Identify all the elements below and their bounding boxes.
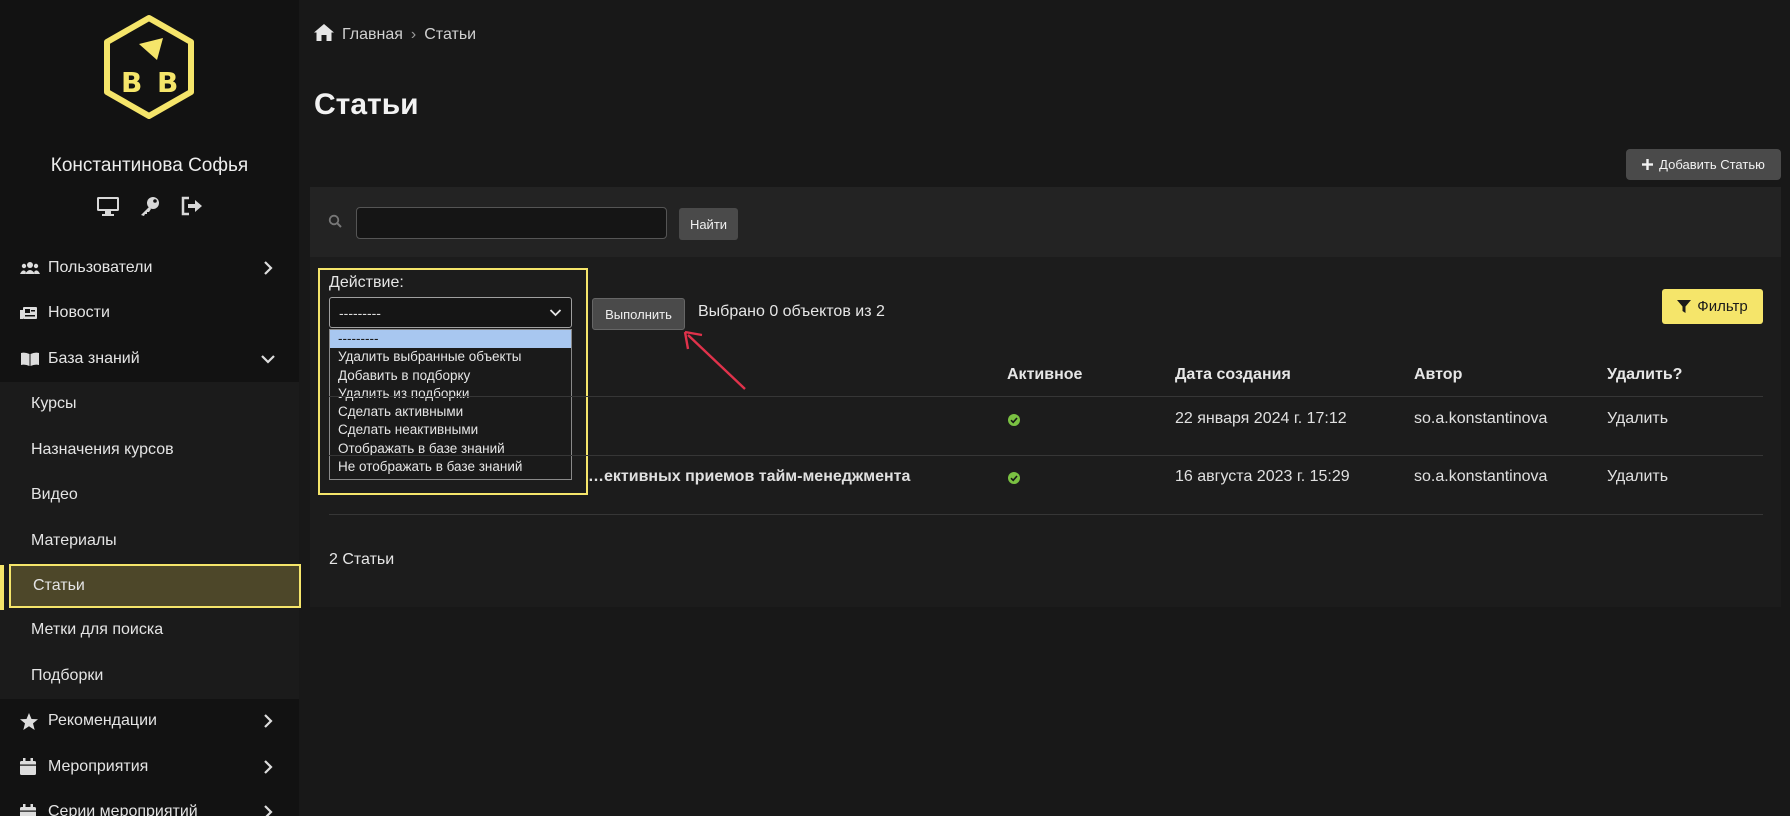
sidebar-item-search-tags[interactable]: Метки для поиска — [0, 608, 299, 654]
action-option[interactable]: Не отображать в базе знаний — [330, 458, 571, 476]
sidebar-item-courses[interactable]: Курсы — [0, 382, 299, 428]
annotation-arrow-icon — [683, 330, 746, 390]
chevron-down-icon — [549, 309, 562, 317]
created-date: 22 января 2024 г. 17:12 — [1175, 410, 1347, 427]
breadcrumb-separator: › — [410, 26, 417, 43]
user-actions — [0, 193, 299, 219]
column-header-delete[interactable]: Удалить? — [1607, 366, 1682, 384]
chevron-right-icon — [261, 714, 275, 729]
sidebar-item-label: Рекомендации — [48, 712, 157, 730]
logout-icon[interactable] — [179, 193, 205, 219]
user-name: Константинова Софья — [50, 155, 249, 176]
sidebar-item-label: Подборки — [31, 666, 104, 684]
chevron-right-icon — [261, 260, 275, 275]
sidebar-item-label: Видео — [31, 486, 78, 504]
chevron-right-icon — [261, 759, 275, 774]
breadcrumb-current: Статьи — [424, 26, 477, 43]
sidebar-item-recommendations[interactable]: Рекомендации — [0, 699, 299, 745]
add-article-button[interactable]: Добавить Статью — [1626, 149, 1781, 180]
sidebar-item-articles[interactable]: Статьи — [9, 563, 301, 608]
sidebar-item-collections[interactable]: Подборки — [0, 653, 299, 699]
breadcrumb: Главная › Статьи — [314, 24, 476, 46]
check-circle-icon — [1008, 472, 1020, 484]
sidebar-item-label: Статьи — [33, 576, 85, 594]
sidebar-item-label: Пользователи — [48, 258, 153, 276]
sidebar-item-knowledge-base[interactable]: База знаний — [0, 336, 299, 382]
result-count: 2 Статьи — [329, 551, 395, 568]
sidebar-item-events[interactable]: Мероприятия — [0, 744, 299, 790]
action-option[interactable]: Удалить выбранные объекты — [330, 348, 571, 366]
newspaper-icon — [20, 304, 42, 322]
breadcrumb-home-link[interactable]: Главная — [342, 26, 403, 44]
plus-icon — [1642, 159, 1654, 170]
sidebar-item-label: Назначения курсов — [31, 440, 174, 458]
action-dropdown-list: --------- Удалить выбранные объекты Доба… — [329, 329, 572, 480]
column-header-author[interactable]: Автор — [1414, 366, 1462, 384]
key-icon[interactable] — [137, 193, 163, 219]
action-option[interactable]: Добавить в подборку — [330, 367, 571, 385]
search-icon — [328, 214, 342, 228]
sidebar-item-label: Серии мероприятий — [48, 803, 198, 816]
chevron-down-icon — [261, 352, 275, 366]
sidebar-item-label: База знаний — [48, 349, 140, 367]
run-action-button[interactable]: Выполнить — [592, 298, 685, 330]
selected-count: Выбрано 0 объектов из 2 — [698, 303, 885, 320]
monitor-icon[interactable] — [95, 193, 121, 219]
table-divider — [329, 455, 1763, 456]
sidebar-item-news[interactable]: Новости — [0, 291, 299, 337]
action-option[interactable]: --------- — [330, 330, 571, 349]
sidebar-item-video[interactable]: Видео — [0, 473, 299, 519]
action-option[interactable]: Удалить из подборки — [330, 385, 571, 403]
sidebar-item-course-assignments[interactable]: Назначения курсов — [0, 427, 299, 473]
active-item-marker — [0, 565, 4, 610]
filter-label: Фильтр — [1697, 298, 1748, 315]
sidebar: B B Константинова Софья Пользователи Нов… — [0, 0, 301, 816]
users-icon — [20, 259, 42, 277]
created-date: 16 августа 2023 г. 15:29 — [1175, 468, 1350, 485]
table-divider — [329, 396, 1763, 397]
page-title: Статьи — [314, 88, 419, 121]
author: so.a.konstantinova — [1414, 410, 1548, 427]
sidebar-item-event-series[interactable]: Серии мероприятий — [0, 790, 299, 816]
add-article-label: Добавить Статью — [1659, 157, 1765, 172]
sidebar-item-label: Метки для поиска — [31, 621, 164, 639]
svg-text:B: B — [121, 66, 142, 99]
filter-button[interactable]: Фильтр — [1662, 289, 1763, 324]
filter-icon — [1677, 299, 1692, 313]
search-input[interactable] — [356, 207, 667, 239]
action-label: Действие: — [329, 274, 404, 291]
column-header-active[interactable]: Активное — [1007, 366, 1082, 384]
sidebar-item-label: Курсы — [31, 395, 77, 413]
sidebar-item-label: Материалы — [31, 531, 117, 549]
column-header-created[interactable]: Дата создания — [1175, 366, 1291, 384]
home-icon[interactable] — [314, 24, 334, 46]
author: so.a.konstantinova — [1414, 468, 1548, 485]
search-bar: Найти — [310, 187, 1781, 257]
action-option[interactable]: Сделать неактивными — [330, 421, 571, 439]
sidebar-item-label: Новости — [48, 304, 110, 322]
article-title-link[interactable]: …ективных приемов тайм-менеджмента — [588, 468, 910, 486]
sidebar-item-label: Мероприятия — [48, 757, 149, 775]
star-icon — [20, 712, 42, 730]
svg-text:B: B — [157, 66, 178, 99]
sidebar-item-users[interactable]: Пользователи — [0, 245, 299, 291]
table-divider — [329, 514, 1763, 515]
sidebar-item-materials[interactable]: Материалы — [0, 518, 299, 564]
search-button[interactable]: Найти — [679, 208, 738, 240]
delete-link[interactable]: Удалить — [1607, 410, 1668, 428]
action-option[interactable]: Сделать активными — [330, 403, 571, 421]
delete-link[interactable]: Удалить — [1607, 468, 1668, 486]
logo-icon[interactable]: B B — [99, 14, 199, 120]
chevron-right-icon — [261, 805, 275, 816]
sidebar-nav: Пользователи Новости База знаний Курсы Н… — [0, 245, 301, 816]
check-circle-icon — [1008, 414, 1020, 426]
calendar-icon — [20, 758, 42, 776]
knowledge-base-submenu: Курсы Назначения курсов Видео Материалы … — [0, 381, 301, 699]
action-select[interactable]: --------- — [329, 297, 572, 328]
calendar-icon — [20, 803, 42, 816]
book-open-icon — [20, 350, 42, 368]
action-select-value: --------- — [339, 304, 381, 321]
